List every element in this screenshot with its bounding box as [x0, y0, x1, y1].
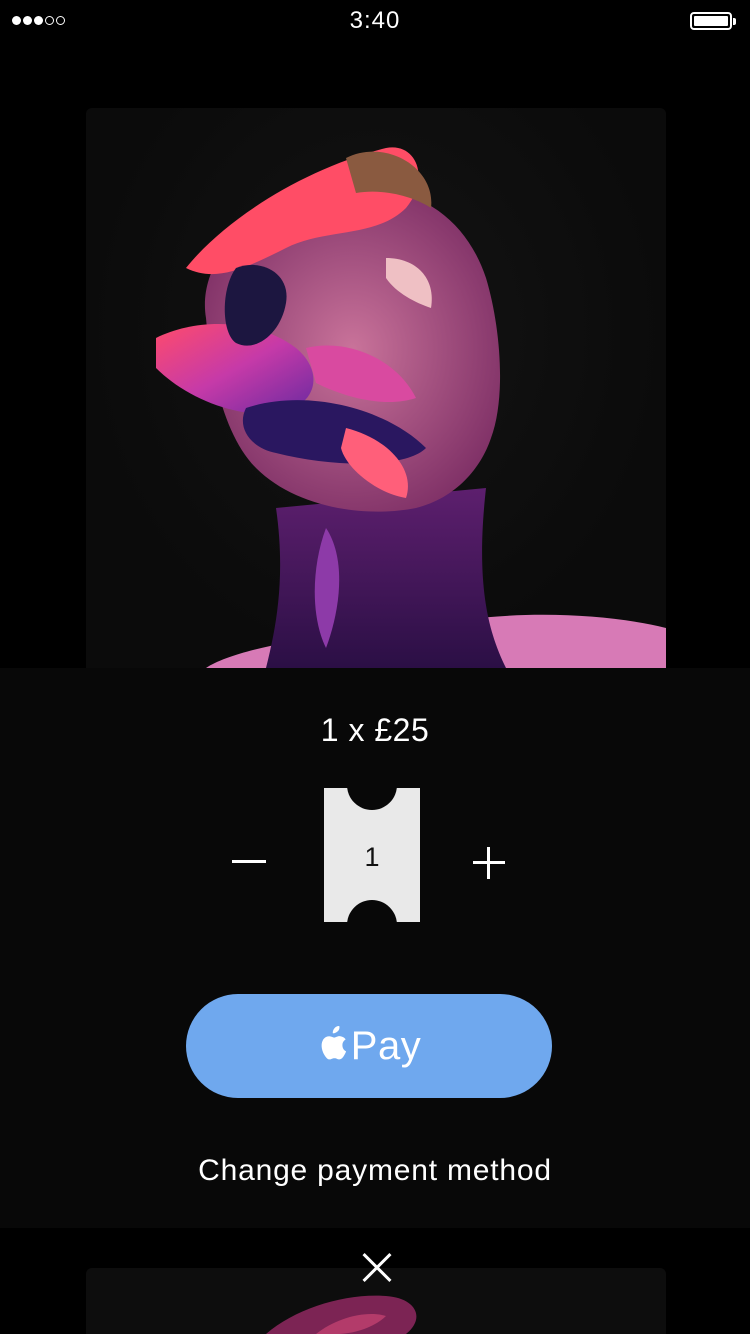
status-time: 3:40 [349, 7, 401, 34]
close-button[interactable] [356, 1248, 396, 1288]
painted-face-artwork-image [156, 147, 666, 668]
decrease-quantity-button[interactable] [230, 840, 268, 884]
event-artwork [86, 108, 666, 668]
increase-quantity-button[interactable] [470, 844, 508, 882]
apple-pay-label: Pay [350, 1023, 422, 1068]
ticket-quantity: 1 [324, 788, 420, 922]
status-bar: 3:40 [0, 0, 750, 40]
purchase-panel: 1 x £25 1 Pay Change payment method [0, 668, 750, 1228]
quantity-value: 1 [364, 842, 380, 872]
change-payment-method-link[interactable]: Change payment method [0, 1154, 750, 1188]
price-summary: 1 x £25 [320, 712, 430, 748]
apple-logo-icon [321, 1026, 346, 1060]
battery-icon [690, 12, 736, 30]
apple-pay-button[interactable]: Pay [186, 994, 552, 1098]
battery-fill [694, 16, 728, 26]
minus-icon [232, 860, 266, 863]
